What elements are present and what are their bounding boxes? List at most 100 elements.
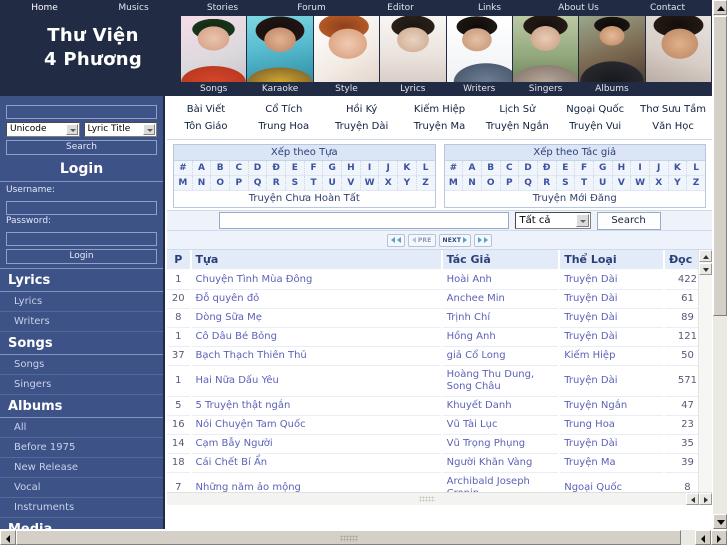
sidebar-item-new-release[interactable]: New Release <box>0 458 163 478</box>
alpha-link[interactable]: D <box>249 161 268 175</box>
cell-genre[interactable]: Truyện Dài <box>559 289 665 309</box>
alpha-link[interactable]: I <box>631 161 650 175</box>
pager-last-button[interactable] <box>474 233 493 247</box>
alpha-link[interactable]: O <box>482 176 501 190</box>
alpha-link[interactable]: G <box>323 161 343 175</box>
cell-title[interactable]: Chuyện Tình Mùa Đông <box>190 270 443 290</box>
window-scroll-left-arrow-icon[interactable] <box>0 530 16 545</box>
alpha-link[interactable]: Y <box>398 176 417 190</box>
window-vertical-scrollbar[interactable] <box>712 0 727 529</box>
sidebar-item-vocal[interactable]: Vocal <box>0 478 163 498</box>
alpha-link[interactable]: L <box>417 161 435 175</box>
alpha-link[interactable]: T <box>575 176 594 190</box>
cell-genre[interactable]: Trung Hoa <box>559 415 665 435</box>
nav-item-home[interactable]: Home <box>0 0 89 16</box>
column-header-author[interactable]: Tác Giả <box>441 250 561 271</box>
cell-author[interactable]: Anchee Min <box>441 289 561 309</box>
cell-author[interactable]: Người Khăn Vàng <box>441 453 561 473</box>
category-truyen-ngan[interactable]: Truyện Ngắn <box>478 118 556 135</box>
alpha-link[interactable]: E <box>557 161 576 175</box>
cell-author[interactable]: Hồng Anh <box>441 327 561 347</box>
scroll-right-arrow-icon[interactable] <box>699 493 712 505</box>
sidebar-item-all[interactable]: All <box>0 418 163 438</box>
cell-author[interactable]: Hoài Anh <box>441 270 561 290</box>
photo-tile-singers[interactable]: Singers <box>512 16 580 96</box>
table-horizontal-scrollbar[interactable] <box>167 492 712 505</box>
cell-author[interactable]: Khuyết Danh <box>441 396 561 416</box>
photo-tile-writers-male[interactable]: Writers <box>446 16 513 96</box>
window-scroll-down-arrow-icon[interactable] <box>713 514 727 529</box>
nav-item-about-us[interactable]: About Us <box>534 0 623 16</box>
category-ton-giao[interactable]: Tôn Giáo <box>167 118 245 135</box>
cell-author[interactable]: Trịnh Chí <box>441 308 561 328</box>
photo-tile-lyrics[interactable]: Lyrics <box>380 16 447 96</box>
alpha-link[interactable]: G <box>594 161 613 175</box>
sidebar-item-instruments[interactable]: Instruments <box>0 498 163 518</box>
alpha-link[interactable]: U <box>594 176 613 190</box>
alpha-link[interactable]: R <box>538 176 557 190</box>
chevron-down-icon[interactable] <box>575 214 589 227</box>
alpha-link[interactable]: X <box>379 176 399 190</box>
column-header-title[interactable]: Tựa <box>190 250 443 271</box>
category-trung-hoa[interactable]: Trung Hoa <box>245 118 323 135</box>
nav-item-editor[interactable]: Editor <box>356 0 445 16</box>
cell-genre[interactable]: Truyện Dài <box>559 270 665 290</box>
link-truyen-moi-dang[interactable]: Truyện Mới Đăng <box>444 191 705 207</box>
nav-item-contact[interactable]: Contact <box>623 0 712 16</box>
window-scroll-right-arrow-icon[interactable] <box>711 530 727 545</box>
nav-item-stories[interactable]: Stories <box>178 0 267 16</box>
photo-tile-songs[interactable]: Songs <box>181 16 248 96</box>
sidebar-item-writers[interactable]: Writers <box>0 312 163 332</box>
alpha-link[interactable]: V <box>613 176 632 190</box>
scroll-down-arrow-icon[interactable] <box>699 263 712 275</box>
category-hoi-ky[interactable]: Hồi Ký <box>323 101 401 118</box>
window-scroll-up-arrow-icon[interactable] <box>713 0 727 15</box>
alpha-link[interactable]: A <box>463 161 482 175</box>
table-row[interactable]: 5 5 Truyện thật ngắn Khuyết Danh Truyện … <box>167 396 712 416</box>
alpha-link[interactable]: T <box>305 176 324 190</box>
chevron-down-icon[interactable] <box>65 124 78 135</box>
alpha-link[interactable]: U <box>323 176 343 190</box>
alpha-link[interactable]: P <box>501 176 520 190</box>
alpha-link[interactable]: J <box>650 161 669 175</box>
search-scope-select[interactable]: Tất cả <box>514 212 591 229</box>
cell-author[interactable]: Hoàng Thu Dung, Song Châu <box>441 365 561 397</box>
table-row[interactable]: 18 Cái Chết Bí Ẩn Người Khăn Vàng Truyện… <box>167 453 712 473</box>
photo-tile-style[interactable]: Style <box>313 16 381 96</box>
column-header-p[interactable]: P <box>167 250 192 271</box>
link-truyen-chua-hoan-tat[interactable]: Truyện Chưa Hoàn Tất <box>174 191 435 207</box>
category-truyen-dai[interactable]: Truyện Dài <box>323 118 401 135</box>
alpha-link[interactable]: P <box>230 176 249 190</box>
category-van-hoc[interactable]: Văn Học <box>634 118 712 135</box>
table-vertical-scrollbar[interactable] <box>698 250 712 505</box>
alpha-link[interactable]: A <box>193 161 212 175</box>
main-search-input[interactable] <box>218 212 509 229</box>
cell-genre[interactable]: Truyện Ma <box>559 453 665 473</box>
cell-title[interactable]: Hai Nữa Dấu Yêu <box>190 365 443 397</box>
alpha-link[interactable]: I <box>361 161 380 175</box>
alpha-link[interactable]: D <box>519 161 538 175</box>
alpha-link[interactable]: L <box>687 161 705 175</box>
cell-title[interactable]: Bạch Thạch Thiên Thủ <box>190 346 443 366</box>
alpha-link[interactable]: M <box>174 176 193 190</box>
alpha-link[interactable]: Q <box>249 176 268 190</box>
alpha-link[interactable]: F <box>305 161 324 175</box>
scroll-left-arrow-icon[interactable] <box>686 493 699 505</box>
cell-title[interactable]: 5 Truyện thật ngắn <box>190 396 443 416</box>
cell-genre[interactable]: Truyện Ngắn <box>559 396 665 416</box>
cell-title[interactable]: Nói Chuyện Tam Quốc <box>190 415 443 435</box>
window-horizontal-scrollbar[interactable] <box>0 529 727 545</box>
alpha-link[interactable]: S <box>286 176 305 190</box>
cell-genre[interactable]: Truyện Dài <box>559 434 665 454</box>
pager-next-button[interactable]: NEXT <box>438 233 472 247</box>
category-lich-su[interactable]: Lịch Sử <box>478 101 556 118</box>
cell-title[interactable]: Đỗ quyên đỏ <box>190 289 443 309</box>
table-row[interactable]: 1 Hai Nữa Dấu Yêu Hoàng Thu Dung, Song C… <box>167 365 712 397</box>
table-row[interactable]: 37 Bạch Thạch Thiên Thủ giả Cổ Long Kiếm… <box>167 346 712 366</box>
window-scroll-left-arrow-icon-2[interactable] <box>695 530 711 545</box>
alpha-link[interactable]: Đ <box>538 161 557 175</box>
alpha-link[interactable]: B <box>211 161 231 175</box>
sidebar-search-button[interactable]: Search <box>6 140 157 155</box>
cell-author[interactable]: giả Cổ Long <box>441 346 561 366</box>
alpha-link[interactable]: B <box>482 161 501 175</box>
